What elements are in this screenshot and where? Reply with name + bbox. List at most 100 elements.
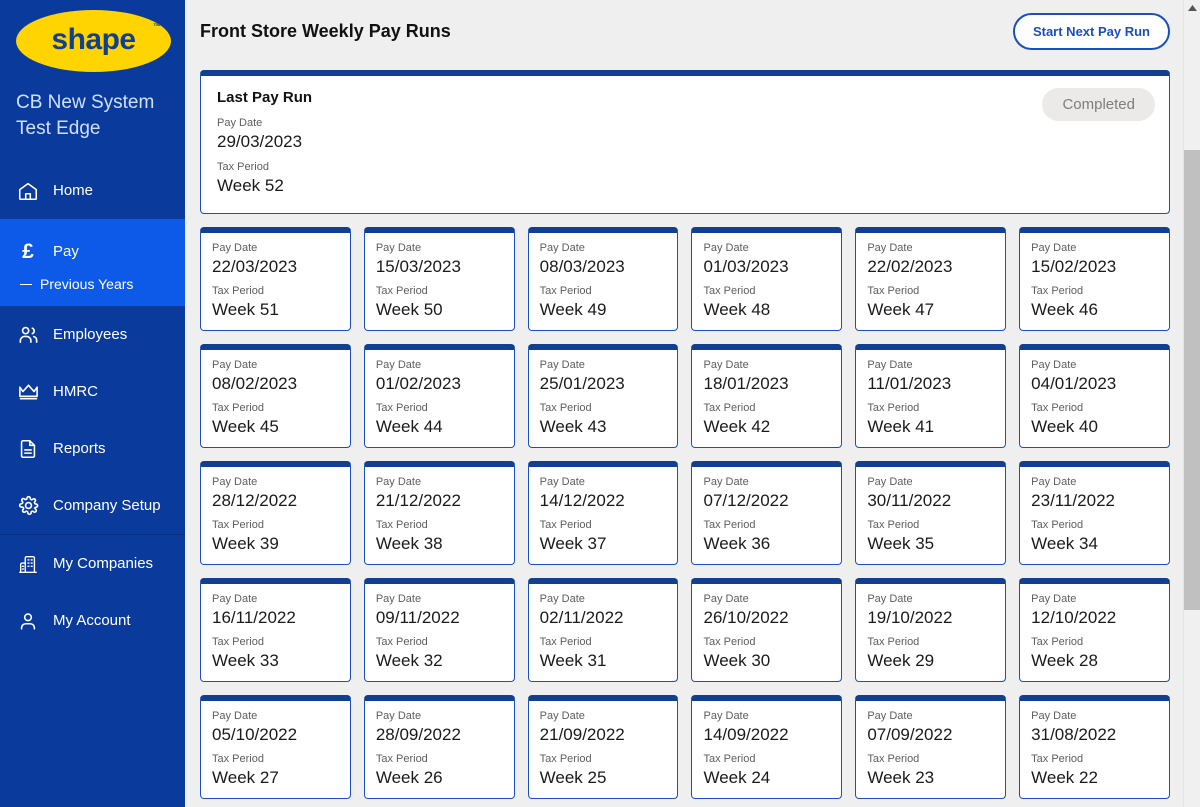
tax-period-label: Tax Period [1031,753,1084,765]
pay-run-card[interactable]: Pay Date 18/01/2023 Tax Period Week 42 [691,344,843,448]
pay-date-label: Pay Date [539,242,585,254]
tax-period-value: Week 30 [703,651,771,670]
pay-run-card[interactable]: Pay Date 09/11/2022 Tax Period Week 32 [363,578,515,682]
pay-date-label: Pay Date [375,710,422,722]
tax-period-value: Week 35 [867,534,935,553]
last-pay-run-card[interactable]: Last Pay Run Completed Pay Date 29/03/20… [200,70,1170,214]
pay-date-value: 25/01/2023 [539,374,625,393]
sidebar-subitem-previous-years[interactable]: Previous Years [0,276,185,306]
sidebar-item-my-account[interactable]: My Account [0,592,185,649]
tax-period-value: Week 42 [703,417,771,436]
pay-date-label: Pay Date [703,710,749,722]
pay-run-card[interactable]: Pay Date 21/09/2022 Tax Period Week 25 [527,695,679,799]
pay-date-label: Pay Date [867,242,913,254]
person-icon [16,609,40,633]
pay-run-card[interactable]: Pay Date 26/10/2022 Tax Period Week 30 [691,578,843,682]
sidebar-subitem-label: Previous Years [40,276,134,292]
pay-run-card[interactable]: Pay Date 15/03/2023 Tax Period Week 50 [363,227,515,331]
pay-run-card[interactable]: Pay Date 16/11/2022 Tax Period Week 33 [200,578,351,682]
pay-run-card[interactable]: Pay Date 22/03/2023 Tax Period Week 51 [200,227,351,331]
pay-run-card[interactable]: Pay Date 08/02/2023 Tax Period Week 45 [200,344,351,448]
pay-run-card[interactable]: Pay Date 15/02/2023 Tax Period Week 46 [1019,227,1170,331]
tax-period-label: Tax Period [539,402,592,414]
tax-period-label: Tax Period [212,519,264,531]
tax-period-label: Tax Period [375,519,428,531]
pay-run-card[interactable]: Pay Date 01/03/2023 Tax Period Week 48 [691,227,843,331]
pay-run-card[interactable]: Pay Date 07/12/2022 Tax Period Week 36 [691,461,843,565]
pay-run-card[interactable]: Pay Date 01/02/2023 Tax Period Week 44 [363,344,515,448]
sidebar-item-home[interactable]: Home [0,162,185,219]
pay-run-card[interactable]: Pay Date 12/10/2022 Tax Period Week 28 [1019,578,1170,682]
pay-run-card[interactable]: Pay Date 05/10/2022 Tax Period Week 27 [200,695,351,799]
sidebar-item-my-companies[interactable]: My Companies [0,535,185,592]
pay-run-card[interactable]: Pay Date 14/09/2022 Tax Period Week 24 [691,695,843,799]
pay-date-value: 26/10/2022 [703,608,789,627]
pay-date-label: Pay Date [212,476,258,488]
pay-run-card[interactable]: Pay Date 28/09/2022 Tax Period Week 26 [363,695,515,799]
pay-run-card[interactable]: Pay Date 11/01/2023 Tax Period Week 41 [855,344,1007,448]
trademark-icon: ™ [153,22,161,31]
pay-run-card[interactable]: Pay Date 25/01/2023 Tax Period Week 43 [527,344,679,448]
tax-period-value: Week 36 [703,534,771,553]
tax-period-label: Tax Period [1031,285,1084,297]
pay-run-card[interactable]: Pay Date 04/01/2023 Tax Period Week 40 [1019,344,1170,448]
sidebar-item-label-company-setup: Company Setup [53,497,161,514]
pay-date-value: 21/09/2022 [539,725,625,744]
pay-date-label: Pay Date [1031,710,1077,722]
sidebar-item-hmrc[interactable]: HMRC [0,363,185,420]
pay-date-label: Pay Date [1031,593,1077,605]
pay-date-value: 19/10/2022 [867,608,953,627]
tax-period-label: Tax Period [1031,636,1084,648]
pay-run-card[interactable]: Pay Date 21/12/2022 Tax Period Week 38 [363,461,515,565]
gear-icon [16,494,40,518]
tax-period-value: Week 40 [1031,417,1098,436]
tax-period-value: Week 22 [1031,768,1098,787]
company-name: CB New System Test Edge [16,92,155,139]
pay-run-card[interactable]: Pay Date 14/12/2022 Tax Period Week 37 [527,461,679,565]
pay-run-card[interactable]: Pay Date 31/08/2022 Tax Period Week 22 [1019,695,1170,799]
tax-period-value: Week 25 [539,768,607,787]
pay-date-label: Pay Date [539,359,585,371]
tax-period-value: Week 27 [212,768,279,787]
pay-run-card[interactable]: Pay Date 22/02/2023 Tax Period Week 47 [855,227,1007,331]
pay-date-value: 16/11/2022 [212,608,296,627]
tax-period-value: Week 37 [539,534,607,553]
sidebar-item-reports[interactable]: Reports [0,420,185,477]
vertical-scrollbar[interactable] [1183,0,1200,807]
tax-period-label: Tax Period [212,285,264,297]
tax-period-label: Tax Period [867,753,920,765]
scroll-up-arrow-icon[interactable] [1184,0,1200,17]
tax-period-label: Tax Period [1031,519,1084,531]
tax-period-label: Tax Period [375,402,428,414]
tax-period-label: Tax Period [539,636,592,648]
scrollbar-thumb[interactable] [1184,150,1200,610]
pay-run-card[interactable]: Pay Date 02/11/2022 Tax Period Week 31 [527,578,679,682]
sidebar-item-pay[interactable]: £ Pay [0,219,185,276]
pay-date-label: Pay Date [212,242,258,254]
pay-run-card[interactable]: Pay Date 08/03/2023 Tax Period Week 49 [527,227,679,331]
app-root: shape ™ CB New System Test Edge Home £ P… [0,0,1200,807]
tax-period-value: Week 32 [375,651,443,670]
pay-run-card[interactable]: Pay Date 07/09/2022 Tax Period Week 23 [855,695,1007,799]
tax-period-label: Tax Period [375,285,428,297]
pay-run-card[interactable]: Pay Date 30/11/2022 Tax Period Week 35 [855,461,1007,565]
tax-period-label: Tax Period [539,285,592,297]
sidebar-nav: Home £ Pay Previous Years Employees HMRC… [0,162,185,649]
pay-run-card[interactable]: Pay Date 28/12/2022 Tax Period Week 39 [200,461,351,565]
sidebar-item-label-my-account: My Account [53,612,131,629]
tax-period-label: Tax Period [867,285,920,297]
tax-period-value: Week 41 [867,417,935,436]
start-next-pay-run-button[interactable]: Start Next Pay Run [1012,12,1170,50]
pay-run-card[interactable]: Pay Date 23/11/2022 Tax Period Week 34 [1019,461,1170,565]
status-badge: Completed [1042,88,1155,121]
tax-period-value: Week 33 [212,651,279,670]
pay-run-card[interactable]: Pay Date 19/10/2022 Tax Period Week 29 [855,578,1007,682]
pay-date-value: 29/03/2023 [217,132,303,151]
tax-period-value: Week 34 [1031,534,1098,553]
pay-date-label: Pay Date [375,242,422,254]
pay-date-label: Pay Date [867,710,913,722]
sidebar-item-company-setup[interactable]: Company Setup [0,477,185,534]
sidebar-item-employees[interactable]: Employees [0,306,185,363]
dash-icon [20,283,32,285]
pay-date-value: 22/03/2023 [212,257,298,276]
